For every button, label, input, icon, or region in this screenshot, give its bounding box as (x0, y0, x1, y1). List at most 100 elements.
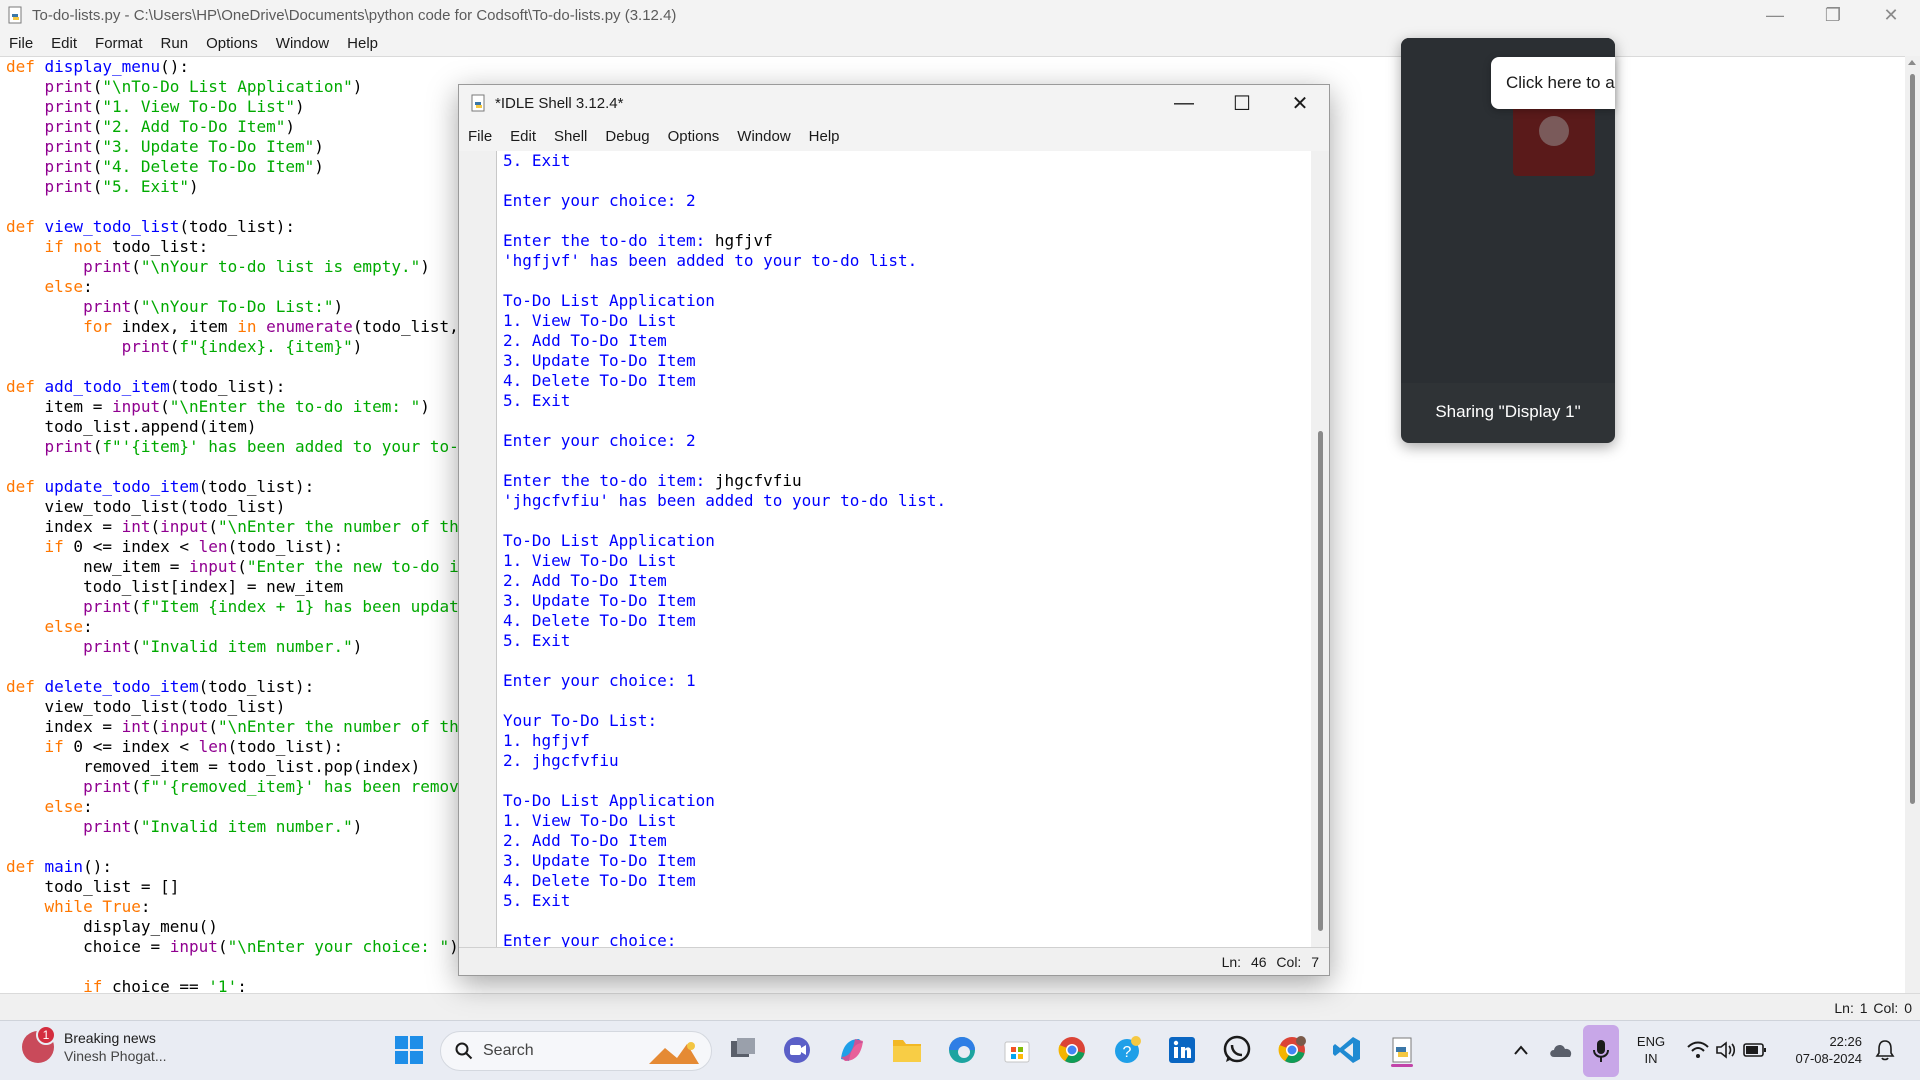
file-explorer-icon[interactable] (888, 1031, 926, 1069)
code-line-token: (todo_list): (179, 217, 295, 236)
code-line-token: ( (92, 157, 103, 176)
shell-line: 1. View To-Do List (503, 311, 946, 331)
chrome-profile-icon[interactable] (1273, 1031, 1311, 1069)
task-view-icon[interactable] (724, 1031, 762, 1069)
news-widget[interactable]: 1 Breaking news Vinesh Phogat... (22, 1025, 166, 1065)
minimize-icon[interactable]: — (1746, 0, 1804, 30)
code-line-token: print (44, 117, 93, 136)
idle-shell-window: *IDLE Shell 3.12.4* — ☐ ✕ File Edit Shel… (458, 84, 1330, 976)
shell-menu-shell[interactable]: Shell (545, 128, 596, 145)
editor-menu-help[interactable]: Help (338, 35, 387, 52)
chrome-icon[interactable] (1053, 1031, 1091, 1069)
code-line-token: todo_list[index] = new_item (6, 577, 344, 596)
vscode-icon[interactable] (1328, 1031, 1366, 1069)
code-line-token: "\nEnter your choice: " (227, 937, 450, 956)
shell-line: 2. jhgcfvfiu (503, 751, 946, 771)
onedrive-icon[interactable] (1542, 1031, 1580, 1069)
linkedin-icon[interactable] (1163, 1031, 1201, 1069)
shell-menu-file[interactable]: File (459, 128, 501, 145)
system-clock[interactable]: 22:26 07-08-2024 (1782, 1033, 1863, 1067)
shell-line-token: 2. Add To-Do Item (503, 571, 667, 590)
shell-menu-window[interactable]: Window (728, 128, 799, 145)
notification-bell-icon[interactable] (1866, 1031, 1904, 1069)
code-line-token: (todo_list): (169, 377, 286, 396)
shell-line-token: Enter your choice: (503, 431, 687, 450)
maximize-icon[interactable]: ☐ (1213, 85, 1271, 121)
close-icon[interactable]: ✕ (1862, 0, 1920, 30)
shell-menu-edit[interactable]: Edit (501, 128, 545, 145)
code-line-token: "\nYour To-Do List:" (140, 297, 334, 316)
restore-icon[interactable]: ❐ (1804, 0, 1862, 30)
editor-menu-window[interactable]: Window (267, 35, 338, 52)
code-line-token: removed_item = todo_list.pop(index) (6, 757, 421, 776)
code-line-token (6, 897, 45, 916)
shell-scrollbar-thumb[interactable] (1318, 431, 1323, 931)
code-line-token: if (44, 537, 64, 556)
edge-icon[interactable] (943, 1031, 981, 1069)
windows-start-icon[interactable] (390, 1031, 428, 1069)
copilot-icon[interactable] (833, 1031, 871, 1069)
search-label: Search (483, 1042, 534, 1059)
shell-scrollbar[interactable] (1311, 151, 1329, 947)
shell-line: To-Do List Application (503, 291, 946, 311)
taskbar-search[interactable]: Search (440, 1031, 712, 1071)
code-line-token (6, 117, 45, 136)
teams-meet-icon[interactable] (778, 1031, 816, 1069)
shell-line-token: 'jhgcfvfiu' has been added to your to-do… (503, 491, 947, 510)
shell-menu-help[interactable]: Help (800, 128, 849, 145)
scroll-up-icon[interactable] (1908, 60, 1916, 65)
language-indicator[interactable]: ENG IN (1634, 1033, 1668, 1067)
shell-line: 1. View To-Do List (503, 811, 946, 831)
shell-line: To-Do List Application (503, 531, 946, 551)
code-line-token: print (83, 257, 132, 276)
minimize-icon[interactable]: — (1155, 85, 1213, 121)
code-line-token (6, 797, 45, 816)
code-line-token: ) (420, 397, 430, 416)
code-line-token: todo_list.append(item) (6, 417, 257, 436)
editor-menu-format[interactable]: Format (86, 35, 152, 52)
shell-line-token: 3. Update To-Do Item (503, 591, 696, 610)
microsoft-store-icon[interactable] (998, 1031, 1036, 1069)
code-line-token: ( (131, 637, 141, 656)
editor-menu-run[interactable]: Run (152, 35, 198, 52)
shell-line-token: 2. Add To-Do Item (503, 331, 667, 350)
code-line-token: def (6, 217, 45, 236)
search-icon (455, 1042, 473, 1060)
editor-menu-options[interactable]: Options (197, 35, 267, 52)
shell-line-token: 2. jhgcfvfiu (503, 751, 619, 770)
shell-title-bar[interactable]: *IDLE Shell 3.12.4* — ☐ ✕ (459, 85, 1329, 121)
share-tooltip[interactable]: Click here to a (1491, 57, 1615, 109)
code-line-token: if (83, 977, 103, 993)
code-line-token: ( (237, 557, 247, 576)
shell-menu-debug[interactable]: Debug (596, 128, 658, 145)
editor-menu-edit[interactable]: Edit (42, 35, 86, 52)
code-line-token (6, 437, 45, 456)
shell-menu-options[interactable]: Options (659, 128, 729, 145)
microphone-icon[interactable] (1583, 1025, 1619, 1077)
code-line-token: ) (420, 257, 430, 276)
shell-output[interactable]: 5. Exit Enter your choice: 2 Enter the t… (497, 151, 1311, 947)
shell-output-text[interactable]: 5. Exit Enter your choice: 2 Enter the t… (503, 151, 946, 947)
code-line-token (6, 297, 83, 316)
code-line-token: 0 <= index < (63, 537, 199, 556)
code-line-token: if not (44, 237, 103, 256)
code-line-token (6, 97, 45, 116)
code-line-token: int (121, 517, 151, 536)
code-line-token: in (237, 317, 257, 336)
battery-icon[interactable] (1736, 1031, 1774, 1069)
code-line-token: "\nYour to-do list is empty." (140, 257, 421, 276)
whatsapp-icon[interactable] (1218, 1031, 1256, 1069)
idle-python-icon[interactable] (1383, 1031, 1421, 1069)
help-icon[interactable]: ? (1108, 1031, 1146, 1069)
close-icon[interactable]: ✕ (1271, 85, 1329, 121)
chevron-up-icon[interactable] (1502, 1031, 1540, 1069)
code-line-token: ( (150, 517, 161, 536)
editor-scrollbar[interactable] (1905, 56, 1920, 993)
code-line-token: main (44, 857, 84, 876)
shell-line-token: Enter your choice: (503, 191, 687, 210)
editor-menu-file[interactable]: File (0, 35, 42, 52)
editor-scrollbar-thumb[interactable] (1910, 74, 1915, 804)
